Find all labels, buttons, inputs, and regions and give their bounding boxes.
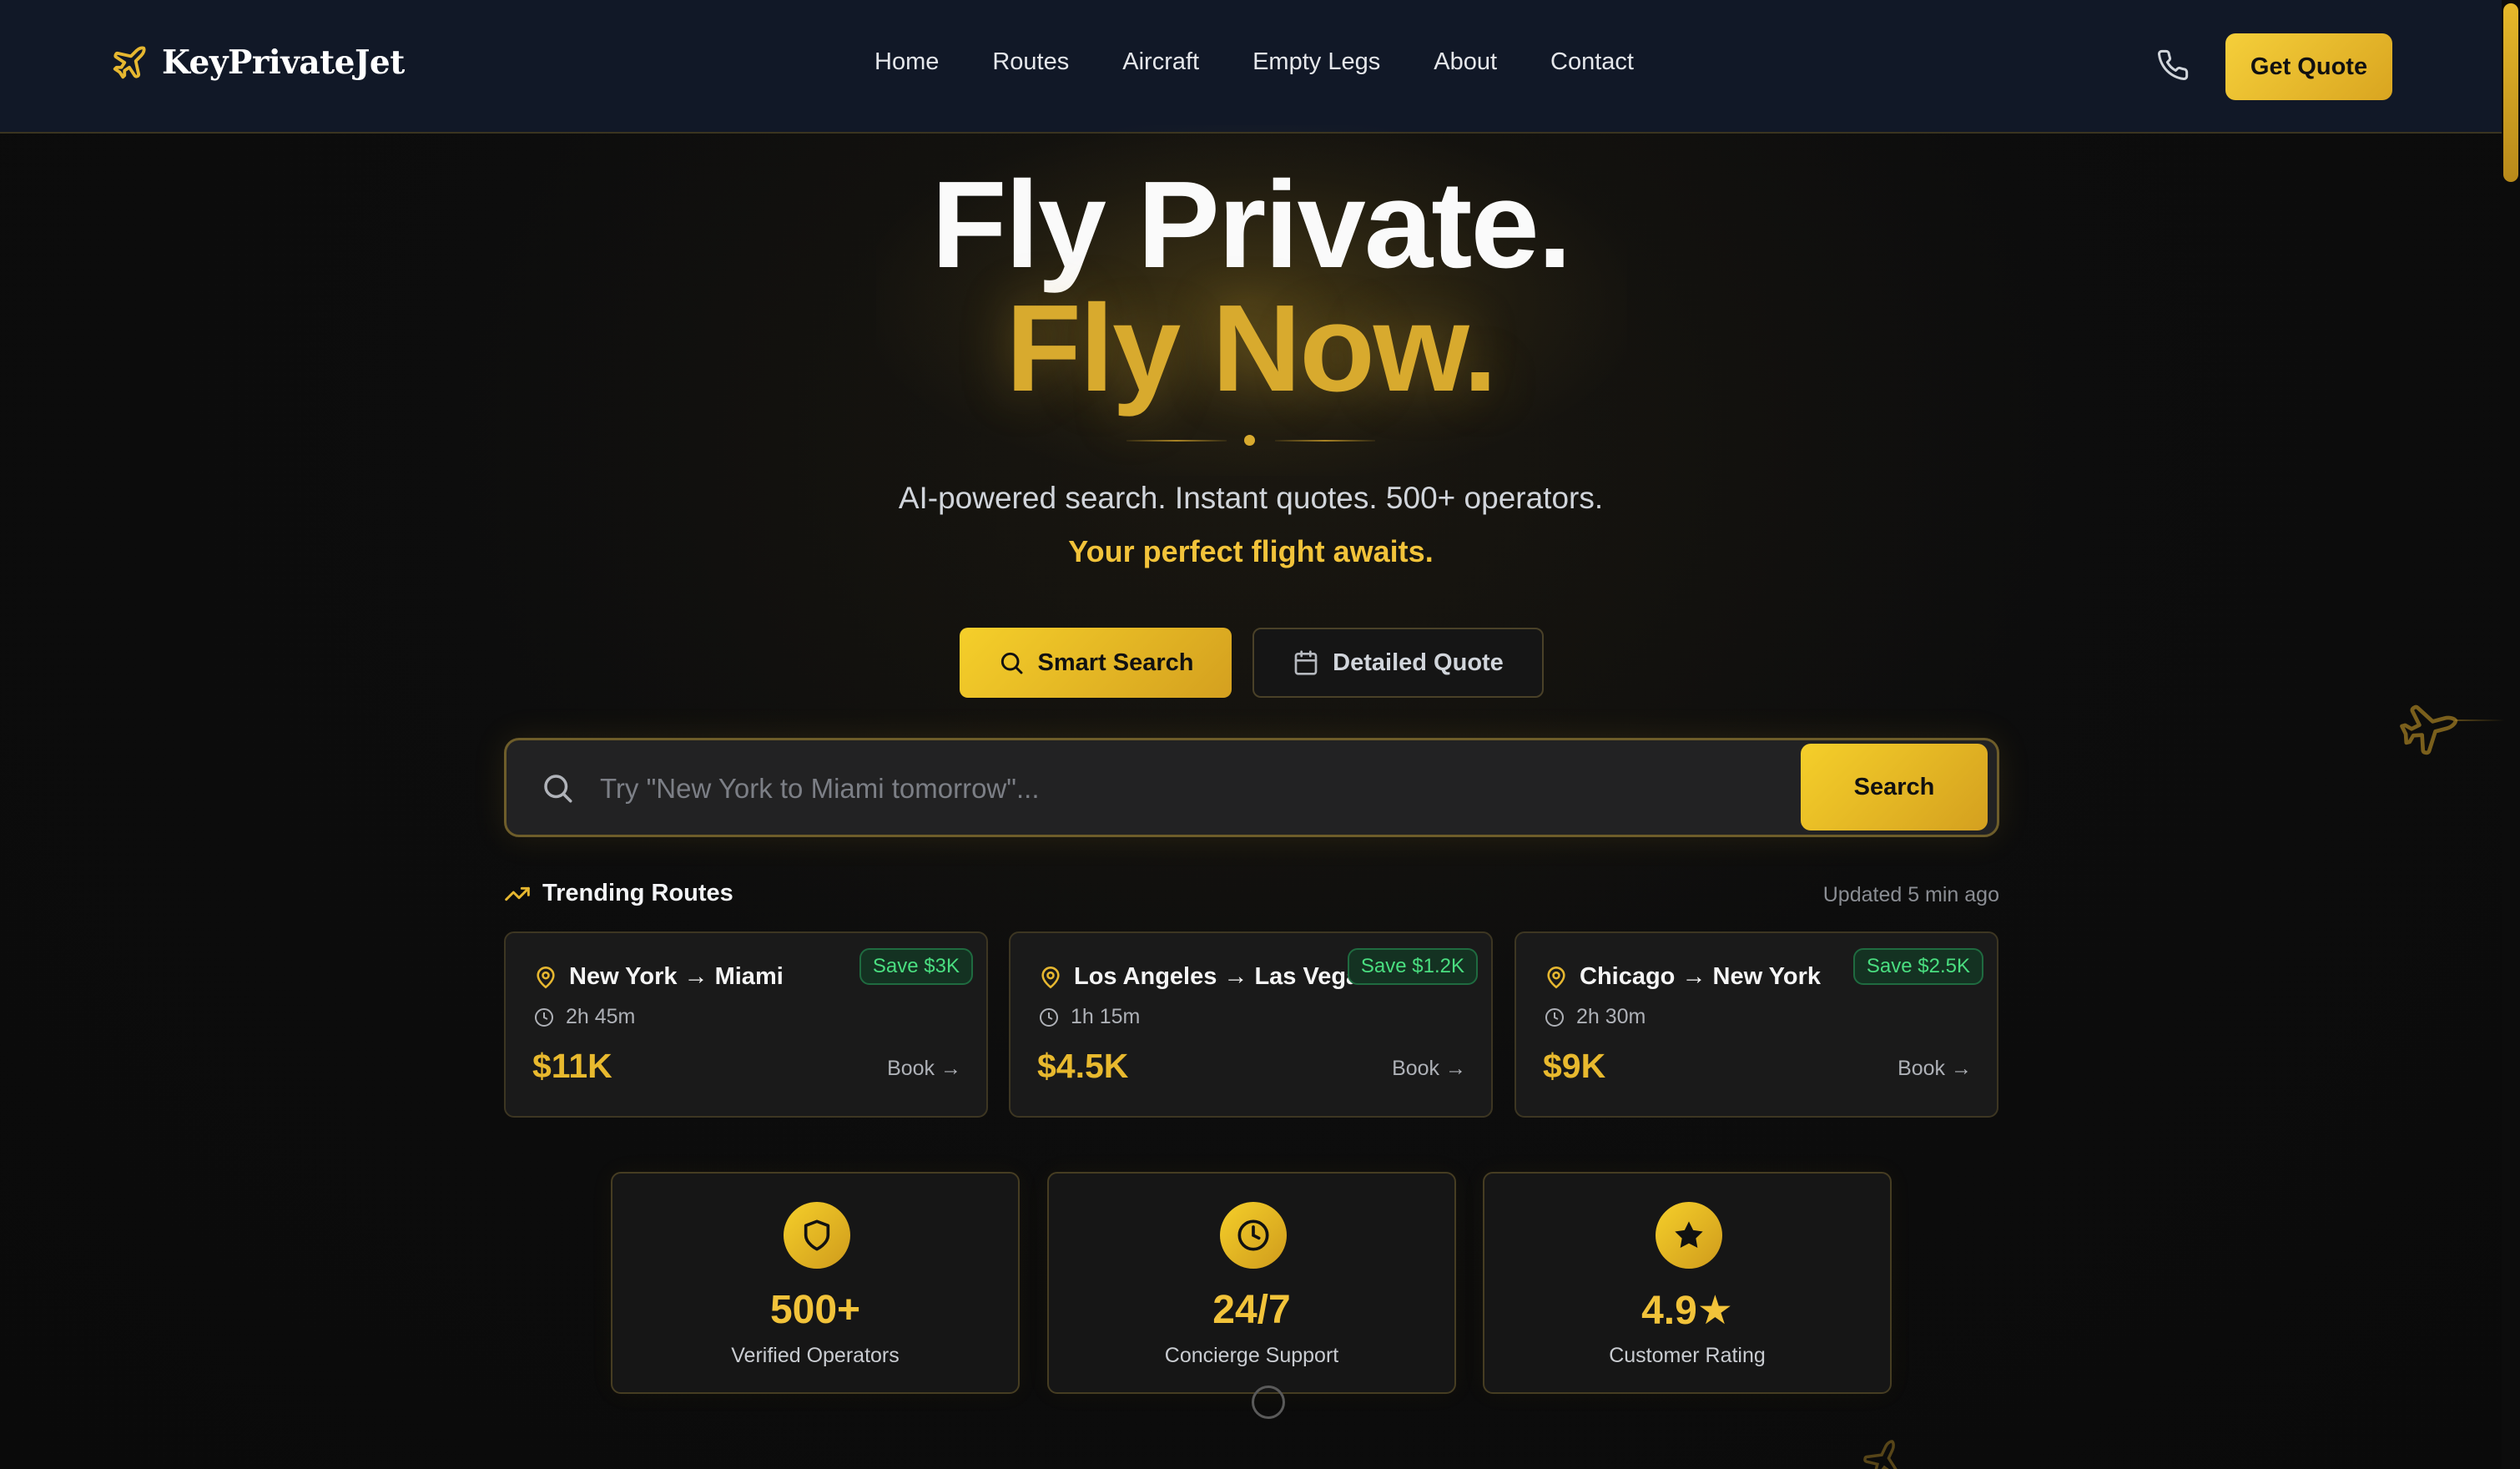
main-nav: Home Routes Aircraft Empty Legs About Co… bbox=[874, 48, 1687, 76]
top-navbar: KeyPrivateJet Home Routes Aircraft Empty… bbox=[0, 0, 2502, 134]
route-duration-text: 2h 30m bbox=[1576, 1005, 1646, 1028]
search-button[interactable]: Search bbox=[1801, 744, 1988, 830]
trending-updated: Updated 5 min ago bbox=[1822, 883, 1999, 906]
calendar-icon bbox=[1294, 650, 1318, 675]
stat-label: Customer Rating bbox=[1609, 1344, 1766, 1367]
route-title: Los Angeles → Las Vegas bbox=[1039, 963, 1373, 991]
floating-plane-trail bbox=[2455, 719, 2505, 721]
smart-search-label: Smart Search bbox=[1037, 649, 1194, 676]
route-duration-text: 2h 45m bbox=[566, 1005, 636, 1028]
stat-icon-badge bbox=[1220, 1202, 1287, 1269]
route-card[interactable]: New York → Miami Save $3K 2h 45m $11K Bo… bbox=[504, 931, 988, 1118]
route-duration: 1h 15m bbox=[1039, 1005, 1140, 1029]
stat-card-rating: 4.9★ Customer Rating bbox=[1483, 1172, 1892, 1394]
hero-title: Fly Private. bbox=[931, 156, 1572, 294]
smart-search-tab[interactable]: Smart Search bbox=[960, 628, 1232, 698]
hero-divider-left bbox=[1126, 440, 1227, 442]
floating-plane-icon-small bbox=[1863, 1440, 1899, 1469]
savings-badge: Save $1.2K bbox=[1347, 948, 1478, 985]
phone-icon bbox=[2158, 49, 2189, 80]
hero-tagline: Your perfect flight awaits. bbox=[1068, 534, 1434, 568]
route-price: $9K bbox=[1543, 1047, 1606, 1085]
book-link[interactable]: Book → bbox=[1898, 1057, 1972, 1081]
hero-subtitle: AI-powered search. Instant quotes. 500+ … bbox=[898, 481, 1604, 515]
brand-logo[interactable]: KeyPrivateJet bbox=[110, 43, 405, 82]
nav-link-contact[interactable]: Contact bbox=[1550, 48, 1634, 76]
stat-value: 4.9★ bbox=[1641, 1289, 1733, 1333]
phone-button[interactable] bbox=[2156, 48, 2190, 82]
scrollbar-thumb[interactable] bbox=[2503, 3, 2518, 182]
stat-value: 500+ bbox=[769, 1288, 861, 1332]
book-link[interactable]: Book → bbox=[887, 1057, 961, 1081]
route-card[interactable]: Los Angeles → Las Vegas Save $1.2K 1h 15… bbox=[1009, 931, 1493, 1118]
search-bar: Search bbox=[504, 738, 1999, 837]
stat-card-operators: 500+ Verified Operators bbox=[611, 1172, 1020, 1394]
detailed-quote-label: Detailed Quote bbox=[1333, 649, 1504, 676]
detailed-quote-tab[interactable]: Detailed Quote bbox=[1252, 628, 1544, 698]
route-duration-text: 1h 15m bbox=[1071, 1005, 1141, 1028]
nav-link-about[interactable]: About bbox=[1434, 48, 1497, 76]
hero-divider-right bbox=[1275, 440, 1375, 442]
nav-link-routes[interactable]: Routes bbox=[992, 48, 1069, 76]
shield-icon bbox=[804, 1219, 830, 1251]
scroll-indicator[interactable] bbox=[1252, 1386, 1285, 1419]
clock-icon bbox=[535, 1007, 553, 1027]
hero-title-accent: Fly Now. bbox=[1005, 280, 1498, 417]
route-duration: 2h 30m bbox=[1545, 1005, 1646, 1029]
route-title: New York → Miami bbox=[534, 963, 784, 991]
page-scrollbar[interactable] bbox=[2502, 0, 2520, 1469]
plane-icon bbox=[113, 46, 146, 79]
stat-icon-badge bbox=[1656, 1202, 1722, 1269]
route-price: $4.5K bbox=[1037, 1047, 1129, 1085]
floating-plane-icon bbox=[2400, 704, 2458, 755]
savings-badge: Save $2.5K bbox=[1852, 948, 1983, 985]
map-pin-icon bbox=[1547, 966, 1565, 988]
search-icon bbox=[544, 775, 572, 803]
stat-value: 24/7 bbox=[1212, 1288, 1291, 1332]
nav-link-empty-legs[interactable]: Empty Legs bbox=[1252, 48, 1380, 76]
map-pin-icon bbox=[537, 966, 555, 988]
route-price: $11K bbox=[532, 1047, 612, 1085]
route-name: Los Angeles → Las Vegas bbox=[1074, 963, 1373, 990]
search-icon bbox=[1000, 652, 1022, 674]
clock-icon bbox=[1545, 1007, 1564, 1027]
trending-up-icon bbox=[505, 886, 530, 901]
clock-icon bbox=[1040, 1007, 1058, 1027]
stat-label: Concierge Support bbox=[1164, 1344, 1339, 1367]
get-quote-button[interactable]: Get Quote bbox=[2225, 33, 2392, 100]
search-input[interactable] bbox=[600, 764, 1751, 814]
hero-divider-dot bbox=[1244, 435, 1255, 446]
route-name: Chicago → New York bbox=[1580, 963, 1821, 990]
trending-title: Trending Routes bbox=[542, 880, 733, 906]
trending-header: Trending Routes bbox=[504, 880, 733, 907]
route-duration: 2h 45m bbox=[534, 1005, 635, 1029]
book-link[interactable]: Book → bbox=[1392, 1057, 1466, 1081]
star-icon bbox=[1675, 1221, 1703, 1248]
stat-label: Verified Operators bbox=[731, 1344, 900, 1367]
route-name: New York → Miami bbox=[569, 963, 784, 990]
clock-icon bbox=[1237, 1219, 1269, 1251]
route-title: Chicago → New York bbox=[1545, 963, 1821, 991]
nav-link-home[interactable]: Home bbox=[874, 48, 939, 76]
map-pin-icon bbox=[1041, 966, 1060, 988]
savings-badge: Save $3K bbox=[859, 948, 973, 985]
stat-icon-badge bbox=[784, 1202, 850, 1269]
stat-card-support: 24/7 Concierge Support bbox=[1047, 1172, 1456, 1394]
brand-name: KeyPrivateJet bbox=[162, 43, 405, 82]
route-card[interactable]: Chicago → New York Save $2.5K 2h 30m $9K… bbox=[1515, 931, 1998, 1118]
nav-link-aircraft[interactable]: Aircraft bbox=[1122, 48, 1199, 76]
